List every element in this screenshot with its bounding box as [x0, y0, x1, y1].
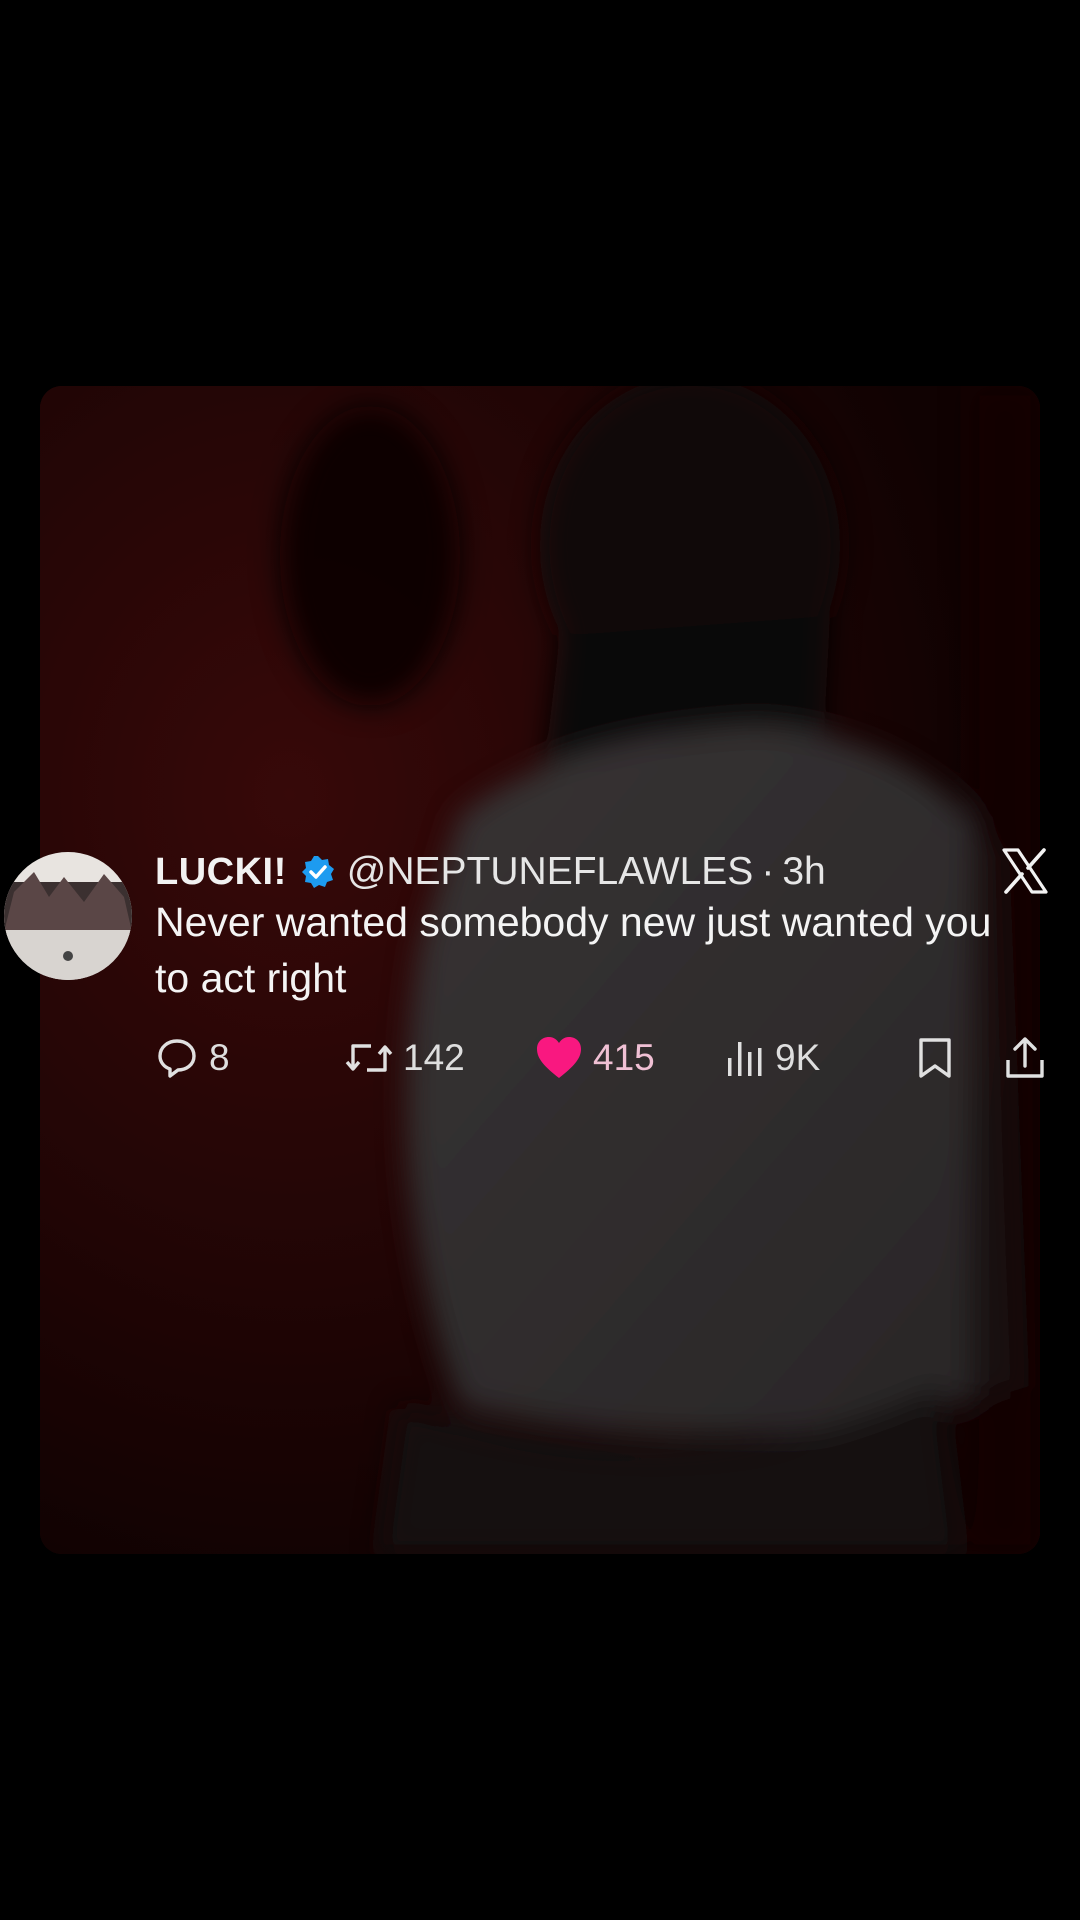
header-separator: ·	[761, 850, 775, 893]
post-timestamp[interactable]: 3h	[782, 850, 825, 894]
bookmark-icon	[915, 1036, 955, 1080]
tweet-header: LUCKI! @NEPTUNEFLAWLES · 3h	[155, 842, 826, 902]
verified-badge-icon	[301, 855, 335, 889]
like-button[interactable]: 415	[535, 1028, 655, 1088]
x-logo-icon	[1000, 846, 1050, 896]
views-icon	[725, 1036, 765, 1080]
repost-icon	[345, 1036, 393, 1080]
avatar[interactable]	[4, 852, 132, 980]
share-icon	[1003, 1036, 1047, 1080]
reply-icon	[155, 1036, 199, 1080]
reply-count: 8	[209, 1037, 230, 1078]
reply-button[interactable]: 8	[155, 1028, 230, 1088]
repost-count: 142	[403, 1037, 465, 1078]
tweet-card: LUCKI! @NEPTUNEFLAWLES · 3h Never wanted…	[0, 836, 1080, 1078]
views-button[interactable]: 9K	[725, 1028, 820, 1088]
views-count: 9K	[775, 1037, 821, 1078]
share-button[interactable]	[1003, 1028, 1047, 1088]
bookmark-button[interactable]	[915, 1028, 955, 1088]
display-name[interactable]: LUCKI!	[155, 851, 287, 894]
heart-icon	[535, 1036, 583, 1080]
tweet-text: Never wanted somebody new just wanted yo…	[155, 899, 992, 1001]
like-count: 415	[593, 1037, 655, 1078]
user-handle[interactable]: @NEPTUNEFLAWLES	[347, 850, 754, 894]
repost-button[interactable]: 142	[345, 1028, 465, 1088]
tweet-actions: 8 142 415 9K	[155, 1028, 1055, 1088]
